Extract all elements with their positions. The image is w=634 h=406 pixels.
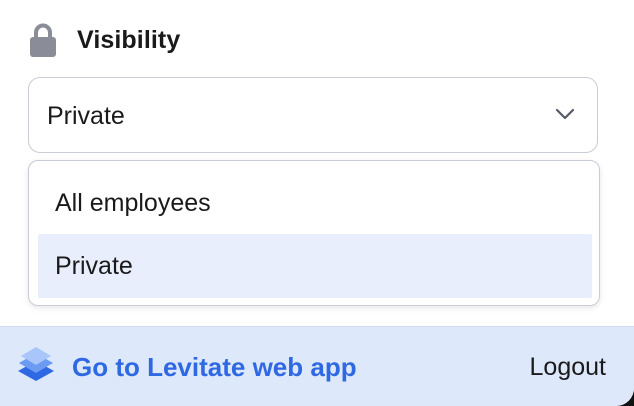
option-private[interactable]: Private bbox=[38, 234, 592, 298]
footer-bar: Go to Levitate web app Logout bbox=[0, 326, 634, 406]
extension-window: Visibility Private All employees Private… bbox=[0, 0, 634, 406]
logout-button[interactable]: Logout bbox=[530, 327, 606, 406]
visibility-select[interactable]: Private bbox=[28, 77, 598, 153]
visibility-dropdown-list: All employees Private bbox=[28, 160, 600, 306]
option-all-employees[interactable]: All employees bbox=[38, 171, 592, 235]
go-to-webapp-link[interactable]: Go to Levitate web app bbox=[72, 327, 357, 406]
visibility-header: Visibility bbox=[29, 20, 180, 60]
lock-icon bbox=[30, 23, 56, 57]
visibility-selected-value: Private bbox=[47, 102, 125, 130]
visibility-title: Visibility bbox=[77, 25, 181, 54]
chevron-down-icon bbox=[555, 108, 575, 120]
layers-icon bbox=[18, 347, 54, 381]
visibility-panel: Visibility Private All employees Private… bbox=[0, 0, 634, 406]
